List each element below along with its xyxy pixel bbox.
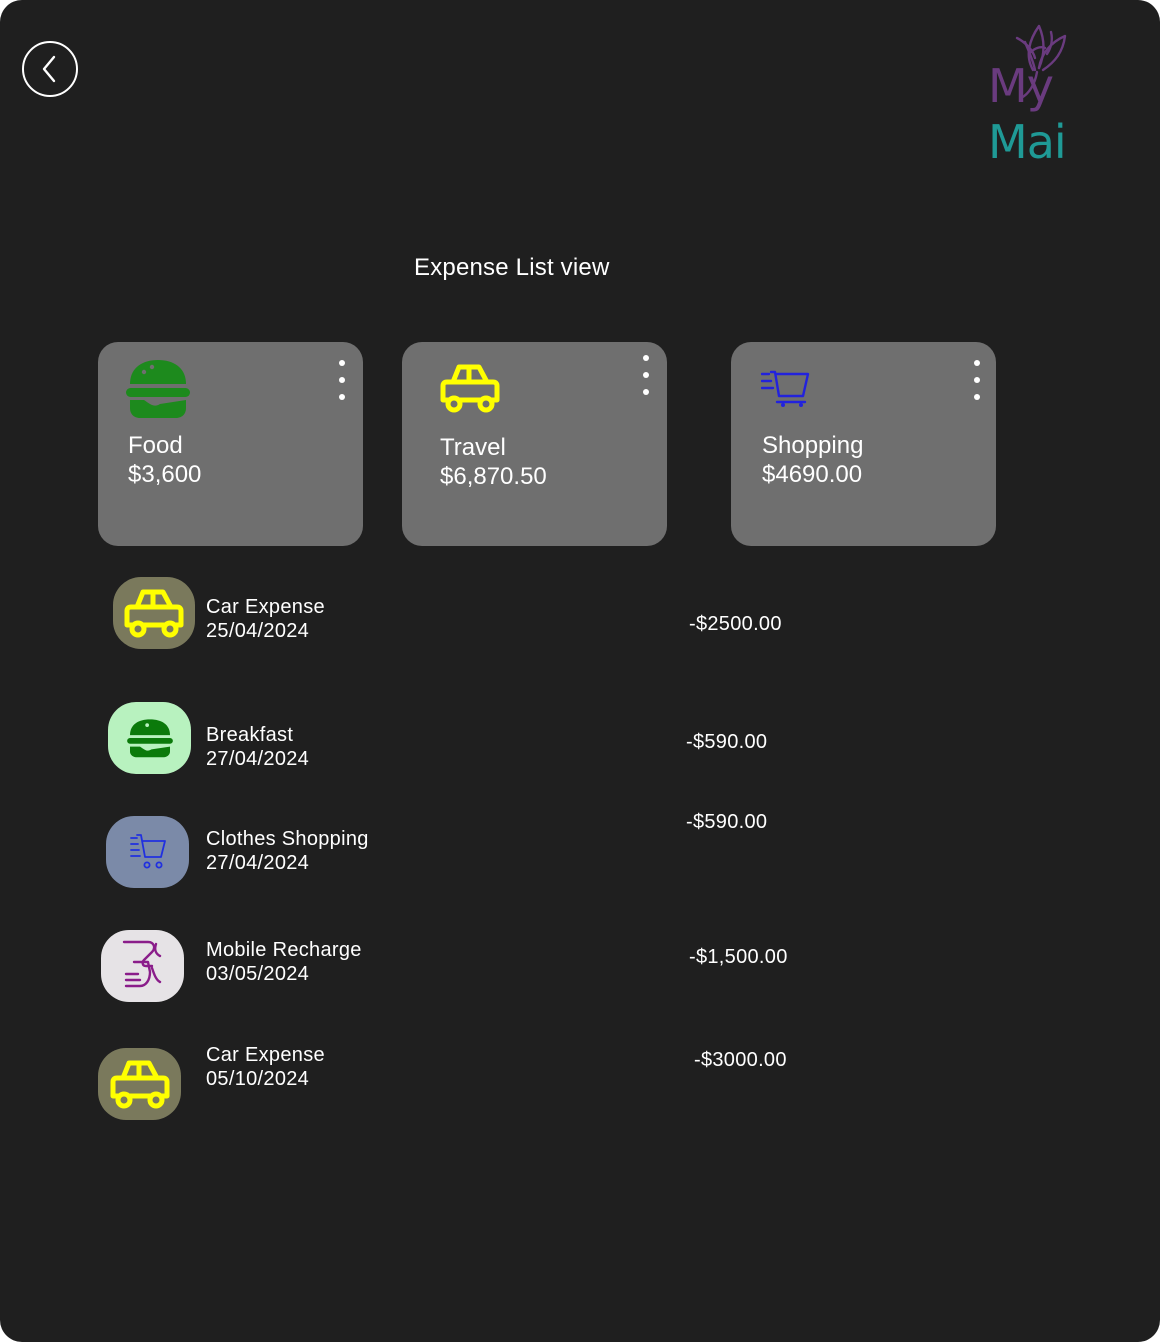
more-options-icon[interactable] bbox=[967, 358, 987, 402]
page-title: Expense List view bbox=[414, 254, 610, 281]
transaction-icon-badge bbox=[106, 816, 189, 888]
transaction-title: Breakfast bbox=[206, 724, 294, 746]
chevron-left-icon bbox=[42, 55, 56, 83]
transaction-date: 03/05/2024 bbox=[206, 963, 310, 985]
transaction-row[interactable]: Car Expense 05/10/2024 -$3000.00 bbox=[0, 1043, 1160, 1121]
logo-mai-text: Mai bbox=[988, 115, 1067, 169]
transaction-title: Mobile Recharge bbox=[206, 939, 362, 961]
car-icon bbox=[124, 589, 184, 638]
transaction-icon-badge bbox=[98, 1048, 181, 1120]
card-name: Shopping bbox=[762, 432, 864, 459]
transaction-row[interactable]: Clothes Shopping 27/04/2024 -$590.00 bbox=[0, 809, 1160, 889]
transaction-amount: -$590.00 bbox=[686, 731, 768, 753]
card-amount: $6,870.50 bbox=[440, 463, 547, 490]
transaction-title: Car Expense bbox=[206, 596, 325, 618]
car-icon bbox=[110, 1060, 169, 1109]
more-options-icon[interactable] bbox=[332, 358, 352, 402]
category-card-travel[interactable]: Travel $6,870.50 bbox=[402, 342, 667, 546]
more-options-icon[interactable] bbox=[636, 353, 656, 397]
shopping-cart-icon bbox=[129, 834, 166, 869]
shopping-cart-icon bbox=[761, 370, 810, 407]
category-card-food[interactable]: Food $3,600 bbox=[98, 342, 363, 546]
mymai-logo: My Mai bbox=[985, 18, 1125, 169]
transaction-amount: -$590.00 bbox=[686, 811, 768, 833]
transaction-icon-badge bbox=[108, 702, 191, 774]
transaction-date: 27/04/2024 bbox=[206, 852, 310, 874]
transaction-icon-badge bbox=[113, 577, 195, 649]
transaction-row[interactable]: Breakfast 27/04/2024 -$590.00 bbox=[0, 702, 1160, 774]
car-icon bbox=[440, 364, 500, 413]
card-amount: $3,600 bbox=[128, 461, 202, 488]
card-name: Travel bbox=[440, 434, 506, 461]
transaction-date: 05/10/2024 bbox=[206, 1068, 310, 1090]
transaction-icon-badge bbox=[101, 930, 184, 1002]
burger-icon bbox=[126, 719, 173, 758]
transaction-amount: -$3000.00 bbox=[694, 1049, 787, 1071]
logo-wordmark: My Mai bbox=[988, 58, 1125, 170]
transaction-amount: -$1,500.00 bbox=[689, 946, 788, 968]
transaction-row[interactable]: Mobile Recharge 03/05/2024 -$1,500.00 bbox=[0, 930, 1160, 1002]
transaction-date: 27/04/2024 bbox=[206, 748, 310, 770]
logo-my-text: My bbox=[988, 59, 1054, 113]
mobile-recharge-icon bbox=[122, 940, 161, 988]
transaction-title: Clothes Shopping bbox=[206, 828, 369, 850]
transaction-date: 25/04/2024 bbox=[206, 620, 310, 642]
back-button[interactable] bbox=[22, 41, 78, 97]
transaction-amount: -$2500.00 bbox=[689, 613, 782, 635]
burger-icon bbox=[126, 360, 190, 418]
card-amount: $4690.00 bbox=[762, 461, 863, 488]
category-card-shopping[interactable]: Shopping $4690.00 bbox=[731, 342, 996, 546]
expense-list-screen: My Mai Expense List view Food $3,600 Tra… bbox=[0, 0, 1160, 1342]
transaction-row[interactable]: Car Expense 25/04/2024 -$2500.00 bbox=[0, 576, 1160, 650]
card-name: Food bbox=[128, 432, 183, 459]
transaction-title: Car Expense bbox=[206, 1044, 325, 1066]
